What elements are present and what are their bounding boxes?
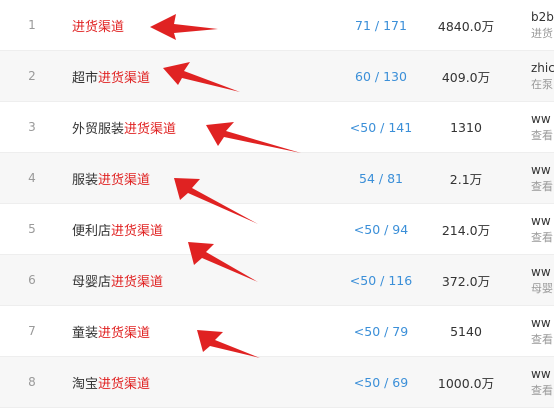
site-desc: 查看	[531, 231, 553, 244]
search-volume: 372.0万	[441, 273, 491, 289]
site-url[interactable]: ww	[531, 163, 551, 177]
ratio-link[interactable]: <50 / 116	[340, 255, 422, 305]
ratio-link[interactable]: <50 / 141	[340, 102, 422, 152]
site-url[interactable]: b2b	[531, 10, 554, 24]
ratio-link[interactable]: <50 / 94	[340, 204, 422, 254]
table-row: 8 淘宝 进货渠道 <50 / 69 1000.0万 ww 查看	[0, 357, 554, 408]
rank-number: 4	[28, 171, 36, 185]
site-info[interactable]: ww 查看	[531, 102, 554, 152]
keyword-prefix: 外贸服装	[72, 121, 125, 137]
rank-number: 3	[28, 120, 36, 134]
search-volume: 4840.0万	[437, 18, 495, 34]
keyword-link[interactable]: 便利店 进货渠道	[72, 204, 163, 254]
keyword-highlight: 进货渠道	[98, 70, 151, 86]
site-info[interactable]: ww 查看	[531, 357, 554, 407]
search-volume: 5140	[450, 323, 482, 339]
keyword-link[interactable]: 超市 进货渠道	[72, 51, 150, 101]
site-desc: 进货	[531, 27, 553, 40]
site-info[interactable]: ww 查看	[531, 153, 554, 203]
table-row: 1 进货渠道 71 / 171 4840.0万 b2b 进货	[0, 0, 554, 51]
site-url[interactable]: ww	[531, 367, 551, 381]
site-info[interactable]: ww 查看	[531, 306, 554, 356]
ratio-link[interactable]: <50 / 79	[340, 306, 422, 356]
site-url[interactable]: zhic	[531, 61, 554, 75]
keyword-prefix: 童装	[72, 325, 99, 341]
keyword-highlight: 进货渠道	[124, 121, 177, 137]
rank-number: 1	[28, 18, 36, 32]
keyword-highlight: 进货渠道	[111, 274, 164, 290]
keyword-highlight: 进货渠道	[111, 223, 164, 239]
keyword-link[interactable]: 淘宝 进货渠道	[72, 357, 150, 407]
ratio-link[interactable]: <50 / 69	[340, 357, 422, 407]
rank-number: 8	[28, 375, 36, 389]
site-info[interactable]: ww 母婴	[531, 255, 554, 305]
site-desc: 查看	[531, 180, 553, 193]
site-desc: 母婴	[531, 282, 553, 295]
keyword-highlight: 进货渠道	[98, 172, 151, 188]
table-row: 4 服装 进货渠道 54 / 81 2.1万 ww 查看	[0, 153, 554, 204]
site-url[interactable]: ww	[531, 112, 551, 126]
site-url[interactable]: ww	[531, 316, 551, 330]
site-info[interactable]: b2b 进货	[531, 0, 554, 50]
keyword-highlight: 进货渠道	[98, 376, 151, 392]
keyword-link[interactable]: 外贸服装 进货渠道	[72, 102, 176, 152]
rank-number: 6	[28, 273, 36, 287]
keyword-prefix: 母婴店	[72, 274, 112, 290]
table-row: 2 超市 进货渠道 60 / 130 409.0万 zhic 在泵	[0, 51, 554, 102]
keyword-prefix: 超市	[72, 70, 99, 86]
keyword-prefix: 服装	[72, 172, 99, 188]
table-row: 7 童装 进货渠道 <50 / 79 5140 ww 查看	[0, 306, 554, 357]
site-url[interactable]: ww	[531, 265, 551, 279]
keyword-link[interactable]: 服装 进货渠道	[72, 153, 150, 203]
site-info[interactable]: ww 查看	[531, 204, 554, 254]
ratio-link[interactable]: 71 / 171	[340, 0, 422, 50]
table-row: 6 母婴店 进货渠道 <50 / 116 372.0万 ww 母婴	[0, 255, 554, 306]
keyword-ranking-table: 1 进货渠道 71 / 171 4840.0万 b2b 进货 2 超市 进货渠道 6…	[0, 0, 554, 408]
rank-number: 7	[28, 324, 36, 338]
site-info[interactable]: zhic 在泵	[531, 51, 554, 101]
keyword-prefix: 便利店	[72, 223, 112, 239]
site-desc: 查看	[531, 384, 553, 397]
rank-number: 2	[28, 69, 36, 83]
keyword-link[interactable]: 母婴店 进货渠道	[72, 255, 163, 305]
search-volume: 214.0万	[441, 222, 491, 238]
site-url[interactable]: ww	[531, 214, 551, 228]
search-volume: 1000.0万	[437, 375, 495, 391]
keyword-highlight: 进货渠道	[98, 325, 151, 341]
search-volume: 1310	[450, 119, 482, 135]
keyword-link[interactable]: 童装 进货渠道	[72, 306, 150, 356]
site-desc: 查看	[531, 129, 553, 142]
keyword-link[interactable]: 进货渠道	[72, 0, 124, 50]
search-volume: 409.0万	[441, 69, 491, 85]
rank-number: 5	[28, 222, 36, 236]
table-row: 5 便利店 进货渠道 <50 / 94 214.0万 ww 查看	[0, 204, 554, 255]
ratio-link[interactable]: 54 / 81	[340, 153, 422, 203]
search-volume: 2.1万	[449, 171, 483, 187]
keyword-highlight: 进货渠道	[72, 19, 125, 35]
ratio-link[interactable]: 60 / 130	[340, 51, 422, 101]
keyword-prefix: 淘宝	[72, 376, 99, 392]
site-desc: 在泵	[531, 78, 553, 91]
table-row: 3 外贸服装 进货渠道 <50 / 141 1310 ww 查看	[0, 102, 554, 153]
site-desc: 查看	[531, 333, 553, 346]
